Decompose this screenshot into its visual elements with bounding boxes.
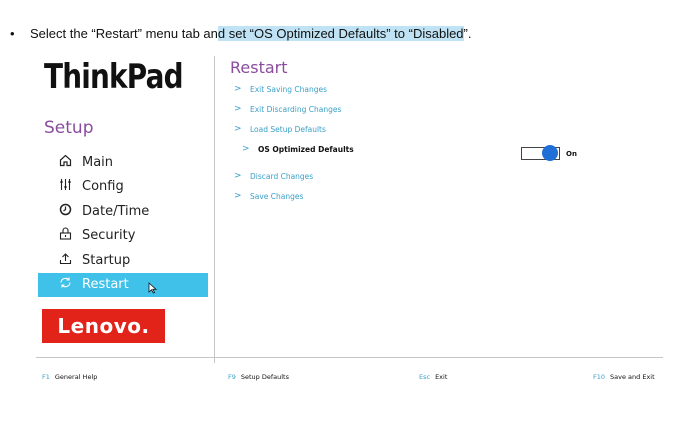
footer-save-and-exit[interactable]: F10 Save and Exit bbox=[593, 373, 655, 381]
sidebar-item-label: Security bbox=[82, 228, 136, 244]
menu-item-label: Discard Changes bbox=[250, 171, 314, 181]
menu-item-os-optimized-defaults[interactable]: > OS Optimized Defaults bbox=[242, 144, 354, 154]
sliders-icon bbox=[56, 178, 74, 195]
footer-label: Exit bbox=[435, 373, 448, 381]
menu-item-load-setup-defaults[interactable]: > Load Setup Defaults bbox=[234, 124, 326, 134]
menu-item-exit-saving-changes[interactable]: > Exit Saving Changes bbox=[234, 84, 327, 94]
footer-general-help[interactable]: F1 General Help bbox=[42, 373, 97, 381]
restart-icon bbox=[56, 276, 74, 293]
lenovo-logo: Lenovo. bbox=[42, 309, 165, 343]
vertical-divider bbox=[214, 56, 215, 363]
chevron-right-icon: > bbox=[234, 104, 242, 114]
chevron-right-icon: > bbox=[234, 171, 242, 181]
lock-icon bbox=[56, 227, 74, 244]
mouse-cursor-icon bbox=[148, 281, 158, 294]
footer-key: Esc bbox=[419, 373, 431, 381]
chevron-right-icon: > bbox=[242, 144, 250, 154]
toggle-state-label: On bbox=[566, 150, 577, 158]
footer-label: General Help bbox=[54, 373, 98, 381]
chevron-right-icon: > bbox=[234, 124, 242, 134]
instruction-part: ”. bbox=[463, 26, 472, 41]
footer-label: Save and Exit bbox=[610, 373, 655, 381]
page-title: Restart bbox=[230, 58, 288, 77]
instruction-highlight: d set “ bbox=[217, 26, 254, 41]
sidebar-item-label: Restart bbox=[82, 277, 129, 293]
footer-label: Setup Defaults bbox=[240, 373, 289, 381]
instruction-part: Select the “Restart” menu tab an bbox=[30, 26, 218, 41]
menu-item-save-changes[interactable]: > Save Changes bbox=[234, 191, 303, 201]
sidebar-item-label: Startup bbox=[82, 252, 131, 268]
menu-item-label: Save Changes bbox=[250, 191, 304, 201]
sidebar-nav: Main Config Date/Time Security Startup R… bbox=[38, 150, 208, 297]
toggle-knob[interactable] bbox=[542, 145, 558, 161]
sidebar-item-config[interactable]: Config bbox=[38, 175, 208, 200]
instruction-highlight: Disabled bbox=[412, 26, 464, 41]
menu-item-label: Exit Saving Changes bbox=[250, 84, 327, 94]
thinkpad-logo: ThinkPad bbox=[44, 57, 184, 97]
menu-item-exit-discarding-changes[interactable]: > Exit Discarding Changes bbox=[234, 104, 341, 114]
sidebar-item-startup[interactable]: Startup bbox=[38, 248, 208, 273]
menu-item-label: OS Optimized Defaults bbox=[258, 144, 354, 154]
sidebar-item-label: Main bbox=[82, 154, 114, 170]
instruction-highlight: OS Optimized Defaults bbox=[254, 26, 387, 41]
menu-item-label: Exit Discarding Changes bbox=[250, 104, 342, 114]
home-icon bbox=[56, 154, 74, 171]
footer-setup-defaults[interactable]: F9 Setup Defaults bbox=[228, 373, 289, 381]
sidebar-item-restart[interactable]: Restart bbox=[38, 272, 208, 297]
footer-exit[interactable]: Esc Exit bbox=[419, 373, 447, 381]
clock-icon bbox=[56, 203, 74, 220]
footer-key: F1 bbox=[42, 373, 50, 381]
menu-item-label: Load Setup Defaults bbox=[250, 124, 326, 134]
sidebar-item-label: Config bbox=[82, 179, 124, 195]
footer-key: F9 bbox=[228, 373, 236, 381]
footer-key: F10 bbox=[593, 373, 606, 381]
upload-icon bbox=[56, 252, 74, 269]
sidebar-item-date-time[interactable]: Date/Time bbox=[38, 199, 208, 224]
instruction-highlight: ” to “ bbox=[386, 26, 413, 41]
menu-item-discard-changes[interactable]: > Discard Changes bbox=[234, 171, 313, 181]
bullet: • bbox=[10, 26, 15, 41]
chevron-right-icon: > bbox=[234, 191, 242, 201]
os-optimized-defaults-toggle[interactable] bbox=[521, 145, 560, 161]
horizontal-divider bbox=[36, 357, 663, 358]
sidebar-item-security[interactable]: Security bbox=[38, 224, 208, 249]
sidebar-item-main[interactable]: Main bbox=[38, 150, 208, 175]
sidebar-item-label: Date/Time bbox=[82, 203, 150, 219]
chevron-right-icon: > bbox=[234, 84, 242, 94]
setup-title: Setup bbox=[44, 118, 94, 138]
